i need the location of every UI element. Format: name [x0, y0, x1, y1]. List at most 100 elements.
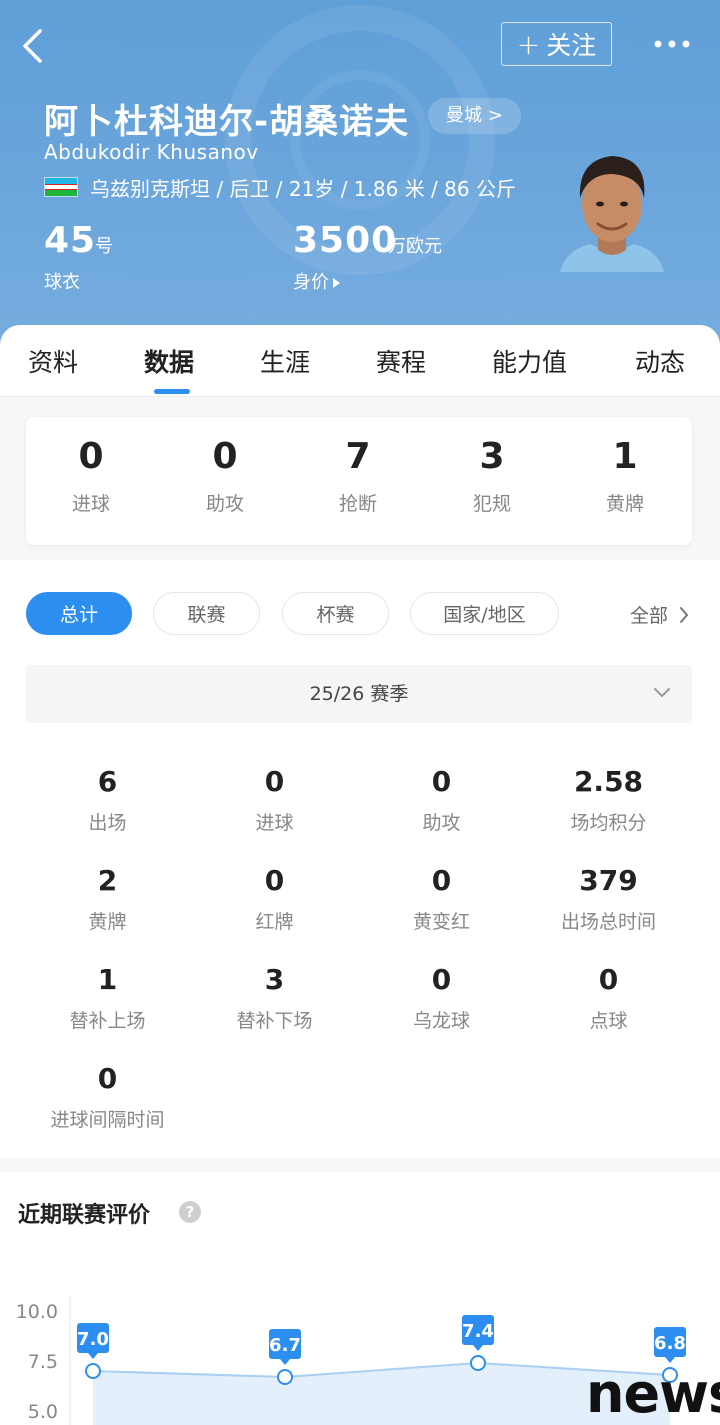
stat-item: 0 点球 — [525, 963, 692, 1033]
player-bio: 乌兹别克斯坦 / 后卫 / 21岁 / 1.86 米 / 86 公斤 — [90, 177, 516, 201]
filter-total[interactable]: 总计 — [26, 592, 132, 635]
stat-value: 1 — [97, 963, 118, 996]
y-tick-label: 7.5 — [28, 1351, 58, 1373]
stat-value: 0 — [431, 963, 452, 996]
summary-label: 助攻 — [205, 493, 244, 515]
active-tab-indicator — [154, 389, 190, 394]
shirt-label: 球衣 — [44, 272, 80, 293]
stat-item: 0 助攻 — [358, 765, 525, 835]
stat-value: 2.58 — [573, 765, 644, 798]
rating-point[interactable] — [85, 1363, 101, 1379]
stat-item: 1 替补上场 — [24, 963, 191, 1033]
content-card: 资料 数据 生涯 赛程 能力值 动态 0 进球 0 助攻 7 抢断 3 犯规 1… — [0, 325, 720, 1425]
plus-icon: + — [516, 27, 541, 61]
stat-label: 场均积分 — [570, 812, 647, 834]
triangle-right-icon — [333, 278, 340, 288]
summary-item: 0 助攻 — [175, 435, 275, 516]
stat-value: 6 — [97, 765, 118, 798]
rating-data-label: 7.4 — [462, 1321, 494, 1342]
rating-area — [93, 1363, 670, 1425]
summary-label: 进球 — [71, 493, 110, 515]
tab-bar: 资料 数据 生涯 赛程 能力值 动态 — [0, 325, 720, 397]
stat-item: 2 黄牌 — [24, 864, 191, 934]
filter-cup[interactable]: 杯赛 — [282, 592, 389, 635]
stat-item: 0 进球间隔时间 — [24, 1062, 191, 1132]
stat-label: 黄牌 — [88, 911, 127, 933]
club-link[interactable]: 曼城 > — [428, 98, 521, 134]
rating-label-pointer — [88, 1353, 98, 1359]
summary-value: 3 — [479, 436, 505, 477]
back-icon[interactable] — [18, 28, 48, 64]
rating-point[interactable] — [277, 1369, 293, 1385]
season-selector[interactable]: 25/26 赛季 — [26, 665, 692, 723]
summary-value: 1 — [612, 436, 638, 477]
filter-all-link[interactable]: 全部 — [630, 601, 690, 628]
stat-item: 6 出场 — [24, 765, 191, 835]
player-avatar — [560, 156, 664, 272]
summary-label: 犯规 — [472, 493, 511, 515]
shirt-number: 45 — [44, 220, 97, 261]
rating-label-pointer — [473, 1345, 483, 1351]
follow-button[interactable]: + 关注 — [501, 22, 612, 66]
summary-item: 7 抢断 — [308, 435, 408, 516]
rating-point[interactable] — [470, 1355, 486, 1371]
news-watermark: news — [586, 1362, 720, 1425]
summary-value: 0 — [78, 436, 104, 477]
stat-label: 助攻 — [422, 812, 461, 834]
section-divider — [0, 1158, 720, 1172]
season-label: 25/26 赛季 — [309, 683, 409, 705]
help-icon[interactable]: ? — [179, 1201, 201, 1223]
filter-all-label: 全部 — [630, 605, 669, 627]
stat-value: 0 — [431, 765, 452, 798]
filter-national[interactable]: 国家/地区 — [410, 592, 559, 635]
stat-label: 进球间隔时间 — [50, 1109, 165, 1131]
tab-profile[interactable]: 资料 — [28, 343, 78, 379]
stat-item: 0 红牌 — [191, 864, 358, 934]
uzbekistan-flag-icon — [44, 177, 78, 197]
tab-schedule[interactable]: 赛程 — [376, 343, 426, 379]
stat-label: 出场 — [88, 812, 127, 834]
stat-label: 乌龙球 — [412, 1010, 470, 1032]
stat-value: 0 — [264, 864, 285, 897]
stat-label: 红牌 — [255, 911, 294, 933]
market-value-link[interactable]: 身价 — [293, 268, 340, 294]
rating-data-label: 7.0 — [77, 1329, 109, 1350]
stat-item: 0 黄变红 — [358, 864, 525, 934]
stat-label: 替补上场 — [69, 1010, 146, 1032]
player-name-english: Abdukodir Khusanov — [44, 140, 259, 164]
tab-ability[interactable]: 能力值 — [492, 343, 567, 379]
more-icon[interactable] — [652, 38, 692, 50]
stat-label: 出场总时间 — [560, 911, 656, 933]
tab-career[interactable]: 生涯 — [260, 343, 310, 379]
y-tick-label: 10.0 — [16, 1301, 58, 1323]
chevron-right-icon — [680, 607, 689, 623]
summary-label: 抢断 — [338, 493, 377, 515]
stat-label: 点球 — [589, 1010, 628, 1032]
filter-league[interactable]: 联赛 — [153, 592, 260, 635]
market-value-unit: 万欧元 — [388, 236, 442, 257]
market-value-label: 身价 — [293, 272, 329, 293]
stat-value: 0 — [264, 765, 285, 798]
tab-stats[interactable]: 数据 — [144, 343, 194, 379]
follow-label: 关注 — [546, 31, 597, 60]
summary-value: 0 — [212, 436, 238, 477]
summary-value: 7 — [345, 436, 371, 477]
summary-item: 1 黄牌 — [575, 435, 675, 516]
y-tick-label: 5.0 — [28, 1401, 58, 1423]
rating-data-label: 6.8 — [654, 1333, 686, 1354]
market-value: 3500 — [293, 220, 398, 261]
tab-news[interactable]: 动态 — [635, 343, 685, 379]
stat-value: 2 — [97, 864, 118, 897]
player-name: 阿卜杜科迪尔-胡桑诺夫 — [44, 102, 410, 142]
rating-data-label: 6.7 — [269, 1335, 301, 1356]
stat-item: 0 进球 — [191, 765, 358, 835]
stat-label: 进球 — [255, 812, 294, 834]
stat-item: 0 乌龙球 — [358, 963, 525, 1033]
chevron-down-icon[interactable] — [652, 685, 672, 699]
stat-value: 0 — [598, 963, 619, 996]
stat-item: 379 出场总时间 — [525, 864, 692, 934]
recent-ratings-title: 近期联赛评价 — [18, 1203, 151, 1228]
summary-item: 0 进球 — [41, 435, 141, 516]
stat-item: 3 替补下场 — [191, 963, 358, 1033]
summary-item: 3 犯规 — [442, 435, 542, 516]
